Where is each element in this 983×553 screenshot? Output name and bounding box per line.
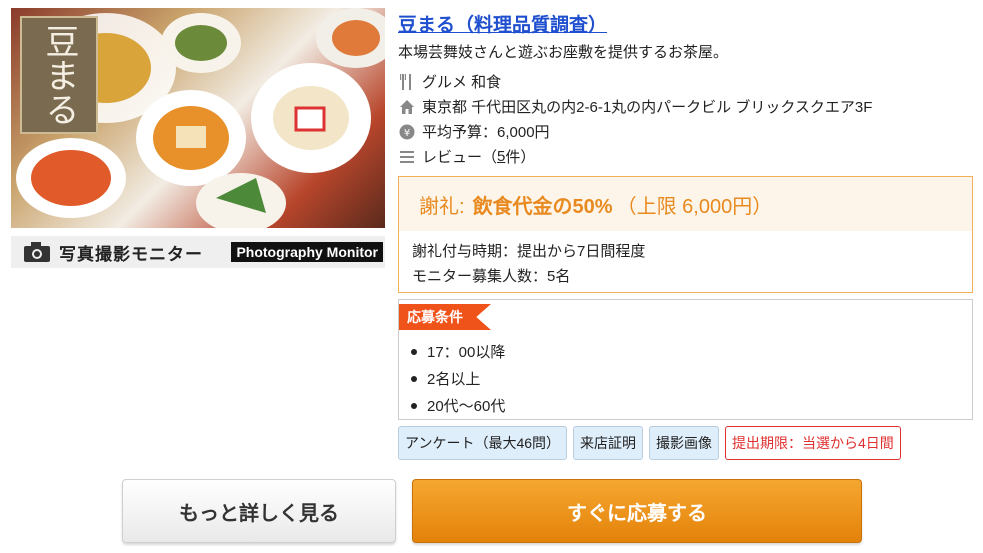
house-icon (398, 98, 416, 116)
address-text: 東京都 千代田区丸の内2-6-1丸の内パークビル ブリックスクエア3F (422, 99, 873, 116)
reward-box: 謝礼: 飲食代金の50% （上限 6,000円） 謝礼付与時期：提出から7日間程… (398, 176, 973, 293)
apply-now-button[interactable]: すぐに応募する (412, 479, 862, 543)
conditions-tag: 応募条件 (399, 304, 491, 330)
list-item: 20代〜60代 (409, 392, 505, 419)
listing-title-link[interactable]: 豆まる（料理品質調査） (398, 10, 607, 37)
info-address: 東京都 千代田区丸の内2-6-1丸の内パークビル ブリックスクエア3F (398, 96, 872, 117)
condition-text: 17：00以降 (427, 344, 506, 361)
condition-text: 20代〜60代 (427, 398, 506, 415)
conditions-list: 17：00以降 2名以上 20代〜60代 (409, 338, 505, 419)
svg-text:¥: ¥ (404, 128, 410, 139)
conditions-box: 応募条件 17：00以降 2名以上 20代〜60代 (398, 299, 973, 420)
list-item: 2名以上 (409, 365, 505, 392)
reward-value: 飲食代金の50% (472, 195, 613, 218)
reward-cap: （上限 6,000円） (616, 195, 773, 218)
info-category: グルメ 和食 (398, 71, 501, 92)
tag-visit-proof: 来店証明 (573, 426, 644, 460)
photo-caption-label: 写真撮影モニター (59, 244, 203, 264)
reviews-count-link[interactable]: 5 (497, 148, 505, 165)
category-text: グルメ 和食 (422, 74, 502, 91)
listing-description: 本場芸舞妓さんと遊ぶお座敷を提供するお茶屋。 (398, 44, 729, 61)
photo-caption-bar: 写真撮影モニター Photography Monitor (11, 236, 385, 268)
reviews-suffix: 件） (505, 149, 536, 166)
bullet-icon (411, 402, 417, 409)
reward-label: 謝礼: (419, 195, 465, 218)
reward-recruits: モニター募集人数：5名 (412, 268, 571, 285)
info-budget: ¥ 平均予算：6,000円 (398, 121, 550, 142)
list-icon (398, 148, 416, 166)
camera-icon (23, 241, 51, 263)
tag-photo: 撮影画像 (649, 426, 720, 460)
list-item: 17：00以降 (409, 338, 505, 365)
tag-deadline: 提出期限：当選から4日間 (725, 426, 901, 460)
listing-photo[interactable]: 豆まる (11, 8, 385, 228)
reward-header: 謝礼: 飲食代金の50% （上限 6,000円） (399, 177, 972, 231)
logo-text: 豆まる (39, 24, 79, 126)
bullet-icon (411, 348, 417, 355)
yen-coin-icon: ¥ (398, 123, 416, 141)
condition-text: 2名以上 (427, 371, 481, 388)
tag-survey: アンケート（最大46問） (398, 426, 568, 460)
budget-text: 平均予算：6,000円 (422, 124, 550, 141)
fork-knife-icon (398, 73, 416, 91)
reviews-prefix: レビュー（ (422, 149, 498, 166)
bullet-icon (411, 375, 417, 382)
info-reviews: レビュー（ 5 件） (398, 146, 535, 167)
reward-timing: 謝礼付与時期：提出から7日間程度 (412, 243, 646, 260)
more-details-button[interactable]: もっと詳しく見る (122, 479, 396, 543)
photo-caption-en: Photography Monitor (231, 242, 383, 262)
requirement-tags: アンケート（最大46問） 来店証明 撮影画像 提出期限：当選から4日間 (398, 426, 901, 460)
restaurant-logo: 豆まる (20, 16, 98, 134)
